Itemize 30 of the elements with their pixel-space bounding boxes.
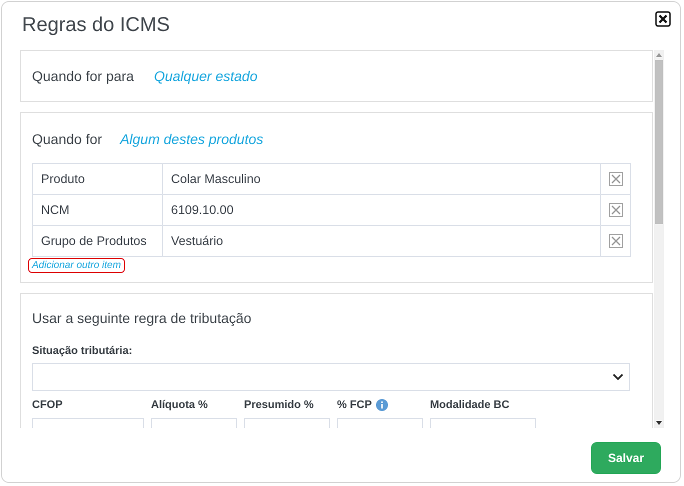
field-label: Situação tributária: <box>32 345 134 357</box>
scrollbar[interactable] <box>654 50 664 428</box>
save-button[interactable]: Salvar <box>591 442 661 474</box>
info-icon[interactable] <box>376 399 388 411</box>
state-link[interactable]: Qualquer estado <box>154 68 258 84</box>
table-cell: Produto <box>32 164 162 194</box>
remove-icon[interactable] <box>608 234 622 248</box>
remove-icon[interactable] <box>608 203 622 217</box>
products-link[interactable]: Algum destes produtos <box>120 131 264 147</box>
section-title: Usar a seguinte regra de tributação <box>32 310 252 326</box>
table-cell: NCM <box>32 194 162 226</box>
field-label: Modalidade BC <box>430 399 510 411</box>
window-title: Regras do ICMS <box>22 14 170 36</box>
scroll-up-icon[interactable] <box>656 53 662 57</box>
chevron-down-icon <box>612 373 624 381</box>
condition-label: Quando for para <box>32 68 134 84</box>
field-label: CFOP <box>32 399 63 411</box>
field-label: Alíquota % <box>151 399 208 411</box>
table-cell: Vestuário <box>162 226 600 256</box>
field-label: Presumido % <box>244 399 314 411</box>
table-cell: Colar Masculino <box>162 164 600 194</box>
add-item-link[interactable]: Adicionar outro item <box>28 258 125 273</box>
condition-label: Quando for <box>32 131 102 147</box>
close-icon[interactable] <box>655 11 671 27</box>
table-cell: Grupo de Produtos <box>32 226 162 256</box>
field-label: % FCP <box>337 399 372 411</box>
remove-icon[interactable] <box>608 172 622 186</box>
scroll-down-icon[interactable] <box>656 421 662 425</box>
tax-situation-select[interactable] <box>32 363 630 391</box>
table-cell: 6109.10.00 <box>162 194 600 226</box>
